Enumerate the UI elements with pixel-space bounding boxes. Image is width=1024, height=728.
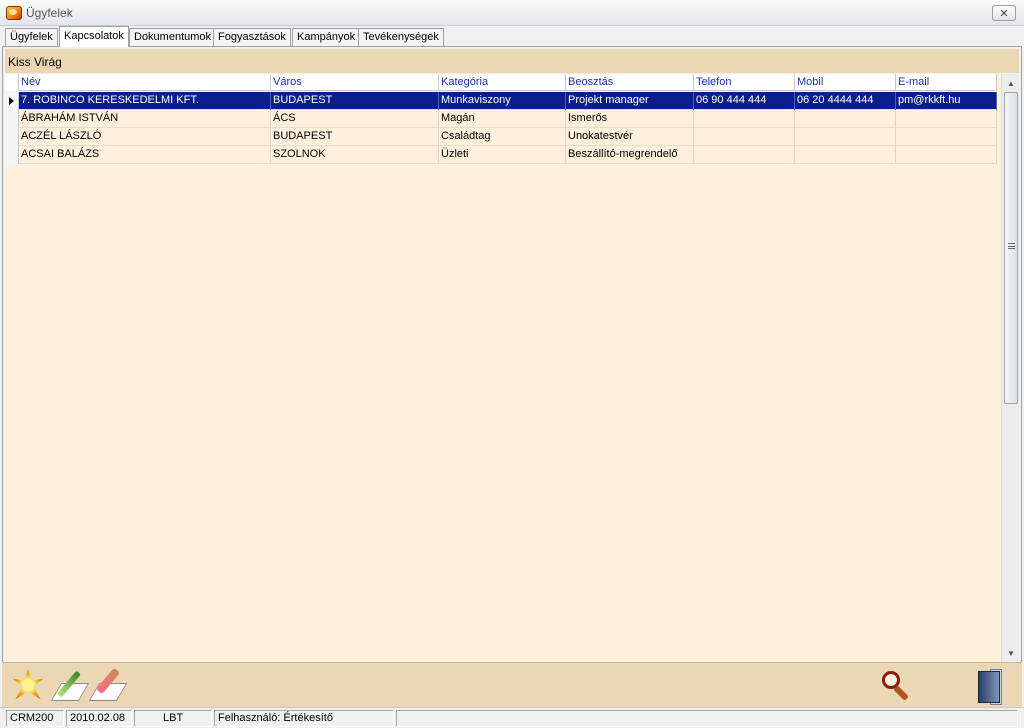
tab-ugyfelek[interactable]: Ügyfelek [5,28,58,47]
table-row[interactable]: 7. ROBINCO KERESKEDELMI KFT. BUDAPEST Munk… [5,92,997,110]
table-row[interactable]: ACSAI BALÁZS SZOLNOK Üzleti Beszállító-megr… [5,146,997,164]
row-indicator-header [5,74,19,91]
cell-email[interactable] [896,146,997,164]
cell-kategoria[interactable]: Üzleti [439,146,566,164]
tab-tevekenysegek[interactable]: Tevékenységek [358,28,444,47]
cell-email[interactable] [896,128,997,146]
cell-telefon[interactable] [694,128,795,146]
exit-button[interactable] [970,667,1008,705]
status-date: 2010.02.08 [66,710,132,727]
cell-email[interactable] [896,110,997,128]
cell-kategoria[interactable]: Magán [439,110,566,128]
cell-varos[interactable]: BUDAPEST [271,128,439,146]
bottom-toolbar [2,662,1022,707]
edit-button[interactable] [50,667,90,705]
cell-kategoria[interactable]: Munkaviszony [439,92,566,110]
status-app: CRM200 [6,710,64,727]
window-title: Ügyfelek [26,6,73,20]
grid-header: Név Város Kategória Beosztás Telefon Mob… [5,74,997,91]
magnifier-handle [893,685,909,701]
cell-mobil[interactable] [795,146,896,164]
cell-beosztas[interactable]: Unokatestvér [566,128,694,146]
tab-dokumentumok[interactable]: Dokumentumok [129,28,217,47]
search-button[interactable] [878,667,916,705]
scroll-up-button[interactable]: ▲ [1003,75,1019,91]
status-code: LBT [134,710,212,727]
cell-mobil[interactable] [795,128,896,146]
tab-fogyasztasok[interactable]: Fogyasztások [213,28,291,47]
content-panel: Kiss Virág Név Város Kategória Beosztás … [2,46,1022,664]
table-row[interactable]: ACZÉL LÁSZLÓ BUDAPEST Családtag Unokatestvé… [5,128,997,146]
column-header-mobil[interactable]: Mobil [795,74,896,91]
grip-icon [1008,243,1015,249]
vertical-scrollbar[interactable]: ▲ ▼ [1001,74,1019,662]
chevron-up-icon: ▲ [1007,78,1015,88]
close-button[interactable]: ✕ [992,5,1016,21]
cell-nev[interactable]: ACSAI BALÁZS [19,146,271,164]
title-bar: Ügyfelek ✕ [0,0,1024,26]
chevron-down-icon: ▼ [1007,648,1015,658]
row-pointer-icon [9,97,14,105]
cell-kategoria[interactable]: Családtag [439,128,566,146]
status-empty [396,710,1018,727]
cell-nev[interactable]: ÁBRAHÁM ISTVÁN [19,110,271,128]
contacts-grid[interactable]: Név Város Kategória Beosztás Telefon Mob… [5,74,1001,662]
column-header-kategoria[interactable]: Kategória [439,74,566,91]
cell-beosztas[interactable]: Beszállító-megrendelő [566,146,694,164]
status-bar: CRM200 2010.02.08 LBT Felhasználó: Érték… [0,707,1024,728]
new-star-icon [12,669,44,700]
row-indicator[interactable] [5,92,19,110]
row-indicator[interactable] [5,146,19,164]
cell-varos[interactable]: ÁCS [271,110,439,128]
cell-telefon[interactable] [694,146,795,164]
cell-nev[interactable]: 7. ROBINCO KERESKEDELMI KFT. [19,92,271,110]
cell-mobil[interactable] [795,110,896,128]
new-button[interactable] [10,667,48,705]
column-header-nev[interactable]: Név [19,74,271,91]
cell-beosztas[interactable]: Ismerős [566,110,694,128]
tab-kampanyok[interactable]: Kampányok [292,28,361,47]
row-indicator[interactable] [5,128,19,146]
column-header-varos[interactable]: Város [271,74,439,91]
column-header-beosztas[interactable]: Beosztás [566,74,694,91]
scroll-thumb[interactable] [1004,92,1018,404]
app-icon [6,6,22,20]
cell-varos[interactable]: BUDAPEST [271,92,439,110]
column-header-email[interactable]: E-mail [896,74,997,91]
scroll-down-button[interactable]: ▼ [1003,645,1019,661]
row-indicator[interactable] [5,110,19,128]
close-icon: ✕ [999,7,1009,20]
cell-mobil[interactable]: 06 20 4444 444 [795,92,896,110]
cell-beosztas[interactable]: Projekt manager [566,92,694,110]
tab-strip: Ügyfelek Kapcsolatok Dokumentumok Fogyas… [0,26,1024,47]
delete-button[interactable] [88,667,128,705]
tab-kapcsolatok[interactable]: Kapcsolatok [59,26,129,47]
status-user: Felhasználó: Értékesítő [214,710,394,727]
column-header-telefon[interactable]: Telefon [694,74,795,91]
cell-nev[interactable]: ACZÉL LÁSZLÓ [19,128,271,146]
contact-name: Kiss Virág [8,55,62,69]
cell-varos[interactable]: SZOLNOK [271,146,439,164]
cell-telefon[interactable]: 06 90 444 444 [694,92,795,110]
cell-telefon[interactable] [694,110,795,128]
table-row[interactable]: ÁBRAHÁM ISTVÁN ÁCS Magán Ismerős [5,110,997,128]
contact-header: Kiss Virág [5,49,1019,73]
exit-door-icon [978,671,1000,703]
cell-email[interactable]: pm@rkkft.hu [896,92,997,110]
